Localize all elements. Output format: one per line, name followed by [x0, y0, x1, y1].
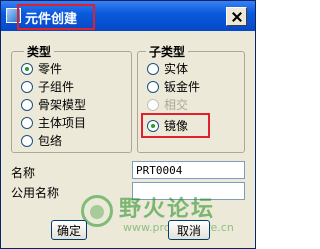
radio-envelope[interactable]: 包络 [21, 132, 62, 149]
radio-button-icon[interactable] [21, 80, 33, 93]
cancel-button[interactable]: 取消 [168, 220, 210, 240]
radio-button-icon[interactable] [21, 62, 33, 75]
component-create-dialog: 元件创建 类型 零件 子组件 骨架模型 主体项目 包络 子类型 实体 钣金件 相… [0, 0, 256, 249]
close-icon[interactable] [226, 7, 247, 26]
common-name-field[interactable] [132, 182, 245, 200]
radio-subassembly[interactable]: 子组件 [21, 78, 74, 95]
name-label: 名称 [11, 166, 36, 180]
radio-label: 子组件 [38, 80, 75, 94]
common-name-label: 公用名称 [11, 186, 60, 200]
radio-button-icon[interactable] [147, 80, 159, 93]
radio-bulk-item[interactable]: 主体项目 [21, 114, 86, 131]
radio-solid[interactable]: 实体 [147, 60, 188, 77]
radio-label: 骨架模型 [38, 98, 87, 112]
mirror-highlight-box [141, 113, 210, 138]
radio-label: 包络 [38, 134, 63, 148]
type-group-label: 类型 [24, 43, 55, 60]
radio-button-icon[interactable] [147, 62, 159, 75]
radio-label: 实体 [164, 62, 189, 76]
radio-button-icon[interactable] [21, 134, 33, 147]
radio-part[interactable]: 零件 [21, 60, 62, 77]
ok-button[interactable]: 确定 [51, 220, 87, 240]
title-highlight-box [17, 4, 95, 30]
radio-label: 主体项目 [38, 116, 87, 130]
name-field[interactable]: PRT0004 [132, 161, 245, 179]
radio-sheetmetal[interactable]: 钣金件 [147, 78, 200, 95]
radio-skeleton-model[interactable]: 骨架模型 [21, 96, 86, 113]
radio-label: 相交 [164, 98, 189, 112]
radio-button-icon[interactable] [21, 98, 33, 111]
radio-label: 钣金件 [164, 80, 201, 94]
radio-label: 零件 [38, 62, 63, 76]
radio-button-icon [147, 98, 159, 111]
subtype-group-label: 子类型 [146, 43, 189, 60]
radio-intersect: 相交 [147, 96, 188, 113]
radio-button-icon[interactable] [21, 116, 33, 129]
